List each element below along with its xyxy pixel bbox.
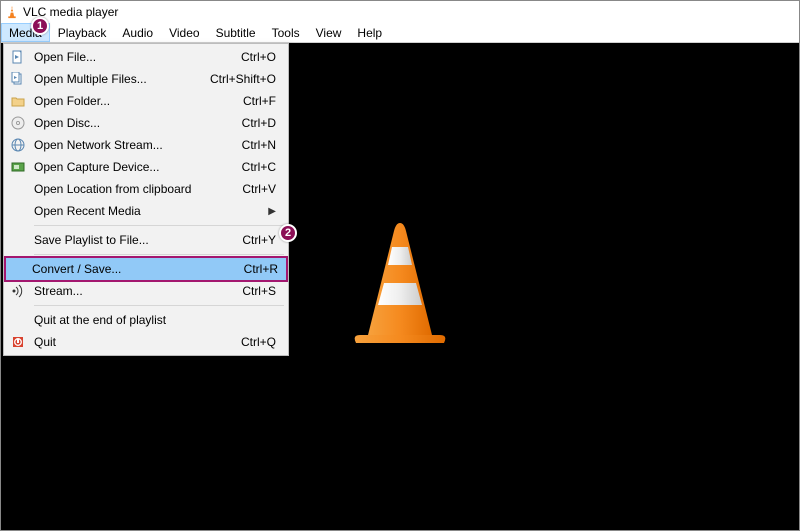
- file-icon: [6, 50, 30, 64]
- menu-item-label: Quit: [30, 335, 200, 349]
- menu-item-label: Open Network Stream...: [30, 138, 200, 152]
- capture-icon: [6, 160, 30, 174]
- menu-item-stream[interactable]: Stream...Ctrl+S: [6, 280, 286, 302]
- menu-item-label: Quit at the end of playlist: [30, 313, 276, 327]
- titlebar: VLC media player: [1, 1, 799, 23]
- menu-item-shortcut: Ctrl+R: [202, 262, 278, 276]
- menu-item-open-capture-device[interactable]: Open Capture Device...Ctrl+C: [6, 156, 286, 178]
- menu-separator: [34, 254, 284, 255]
- menu-item-save-playlist-to-file[interactable]: Save Playlist to File...Ctrl+Y: [6, 229, 286, 251]
- menu-help[interactable]: Help: [349, 23, 390, 42]
- menu-separator: [34, 225, 284, 226]
- menu-item-open-multiple-files[interactable]: Open Multiple Files...Ctrl+Shift+O: [6, 68, 286, 90]
- menu-item-open-location-from-clipboard[interactable]: Open Location from clipboardCtrl+V: [6, 178, 286, 200]
- menu-item-label: Convert / Save...: [28, 262, 202, 276]
- menu-audio[interactable]: Audio: [114, 23, 161, 42]
- menu-item-shortcut: Ctrl+S: [200, 284, 276, 298]
- menubar: Media Playback Audio Video Subtitle Tool…: [1, 23, 799, 43]
- menu-item-shortcut: Ctrl+Y: [200, 233, 276, 247]
- menu-item-quit[interactable]: QuitCtrl+Q: [6, 331, 286, 353]
- annotation-badge-1: 1: [31, 17, 49, 35]
- stream-icon: [6, 284, 30, 298]
- folder-icon: [6, 94, 30, 108]
- menu-item-shortcut: Ctrl+Shift+O: [200, 72, 276, 86]
- menu-item-label: Open Disc...: [30, 116, 200, 130]
- menu-item-convert-save[interactable]: Convert / Save...Ctrl+R: [4, 256, 288, 282]
- menu-item-label: Open Recent Media: [30, 204, 266, 218]
- menu-item-label: Open Folder...: [30, 94, 200, 108]
- menu-video[interactable]: Video: [161, 23, 207, 42]
- quit-icon: [6, 335, 30, 349]
- menu-subtitle[interactable]: Subtitle: [208, 23, 264, 42]
- submenu-arrow-icon: ▶: [266, 206, 276, 217]
- menu-item-shortcut: Ctrl+Q: [200, 335, 276, 349]
- menu-item-shortcut: Ctrl+V: [200, 182, 276, 196]
- annotation-badge-2: 2: [279, 224, 297, 242]
- menu-separator: [34, 305, 284, 306]
- vlc-cone-icon: [5, 5, 19, 19]
- menu-item-shortcut: Ctrl+O: [200, 50, 276, 64]
- menu-item-open-disc[interactable]: Open Disc...Ctrl+D: [6, 112, 286, 134]
- menu-item-open-folder[interactable]: Open Folder...Ctrl+F: [6, 90, 286, 112]
- menu-view[interactable]: View: [308, 23, 350, 42]
- menu-item-label: Open Location from clipboard: [30, 182, 200, 196]
- network-icon: [6, 138, 30, 152]
- menu-item-label: Save Playlist to File...: [30, 233, 200, 247]
- menu-item-shortcut: Ctrl+N: [200, 138, 276, 152]
- menu-item-label: Stream...: [30, 284, 200, 298]
- menu-playback[interactable]: Playback: [50, 23, 115, 42]
- disc-icon: [6, 116, 30, 130]
- menu-item-quit-at-the-end-of-playlist[interactable]: Quit at the end of playlist: [6, 309, 286, 331]
- menu-item-label: Open Capture Device...: [30, 160, 200, 174]
- menu-item-open-recent-media[interactable]: Open Recent Media▶: [6, 200, 286, 222]
- menu-item-shortcut: Ctrl+C: [200, 160, 276, 174]
- menu-item-shortcut: Ctrl+D: [200, 116, 276, 130]
- menu-item-open-network-stream[interactable]: Open Network Stream...Ctrl+N: [6, 134, 286, 156]
- menu-item-shortcut: Ctrl+F: [200, 94, 276, 108]
- menu-tools[interactable]: Tools: [264, 23, 308, 42]
- menu-item-label: Open Multiple Files...: [30, 72, 200, 86]
- menu-item-open-file[interactable]: Open File...Ctrl+O: [6, 46, 286, 68]
- files-icon: [6, 72, 30, 86]
- vlc-cone-logo-icon: [340, 217, 460, 357]
- menu-item-label: Open File...: [30, 50, 200, 64]
- media-dropdown: Open File...Ctrl+OOpen Multiple Files...…: [3, 43, 289, 356]
